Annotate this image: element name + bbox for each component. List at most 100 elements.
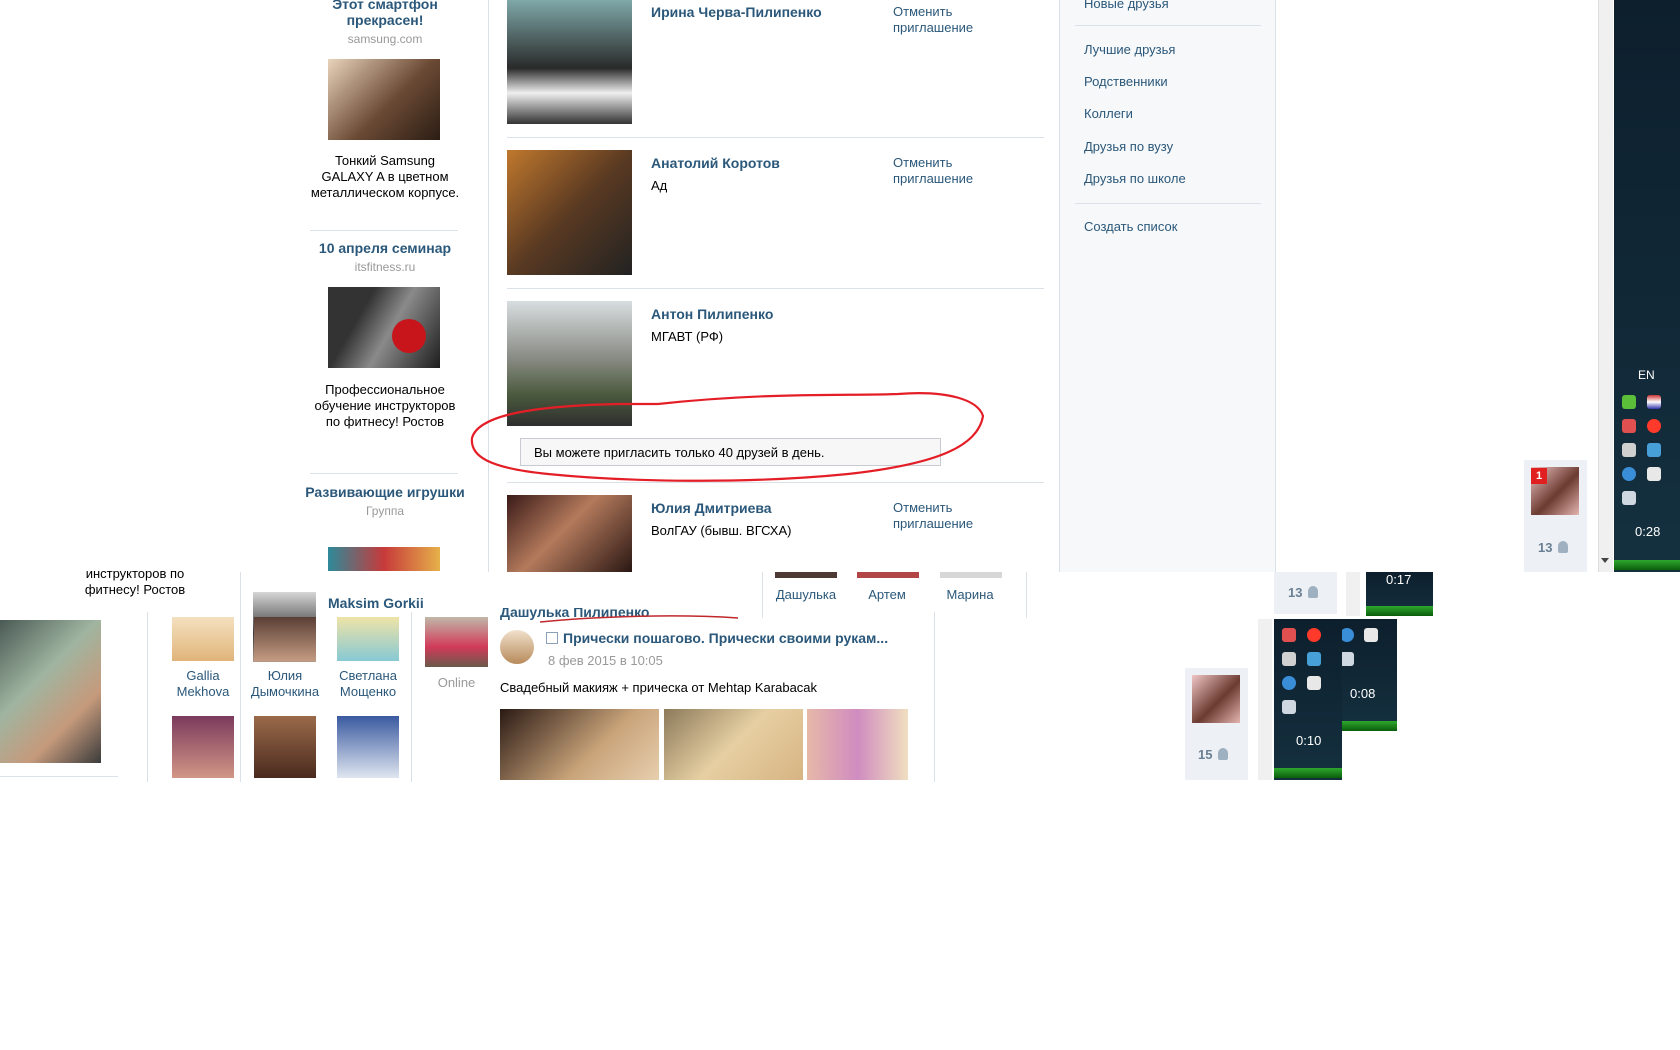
cancel-invite-link[interactable]: Отменить приглашение [893,500,1003,532]
friend-label[interactable]: Дашулька [768,587,844,602]
ad-title[interactable]: 10 апреля семинар [300,240,470,256]
ad-source: samsung.com [347,32,423,46]
ad-1-image[interactable] [328,59,440,140]
menu-colleagues[interactable]: Коллеги [1084,106,1133,121]
friend-thumb[interactable] [940,572,1002,578]
download-icon[interactable] [1622,467,1636,481]
ad-title[interactable]: Этот смартфон прекрасен! [300,0,470,28]
volume-muted-icon[interactable] [1282,628,1296,642]
friend-photo[interactable] [254,617,316,661]
taskbar-green-strip [1614,560,1680,570]
request-subtitle: ВолГАУ (бывш. ВГСХА) [651,523,792,538]
person-icon [1218,748,1229,760]
friend-name[interactable]: Gallia Mekhova [163,668,243,700]
request-name[interactable]: Ирина Черва-Пилипенко [651,4,822,20]
request-name[interactable]: Анатолий Коротов [651,155,780,171]
green-app-icon[interactable] [1622,395,1636,409]
friend-label[interactable]: Марина [932,587,1008,602]
friend-thumb[interactable] [775,572,837,578]
network-icon[interactable] [1647,443,1661,457]
menu-university-friends[interactable]: Друзья по вузу [1084,139,1173,154]
friend-photo[interactable] [172,716,234,778]
friend-name[interactable]: Юлия Дымочкина [245,668,325,700]
online-counter[interactable]: 15 [1198,747,1229,762]
online-count: 13 [1538,540,1553,555]
ad-text[interactable]: Профессиональное обучение инструкторов п… [310,382,460,430]
friend-thumb[interactable] [857,572,919,578]
post-photo[interactable] [500,709,659,780]
display-icon[interactable] [1307,676,1321,690]
clock-main[interactable]: 0:28 [1635,524,1660,539]
volume-icon[interactable] [1282,700,1296,714]
ad-3-image[interactable] [328,547,440,571]
friend-photo[interactable] [337,617,399,661]
download-icon[interactable] [1282,676,1296,690]
post-text: Свадебный макияж + прическа от Mehtap Ka… [500,680,818,695]
request-subtitle: МГАВТ (РФ) [651,329,724,344]
online-friend-photo[interactable] [425,617,488,667]
menu-new-friends[interactable]: Новые друзья [1084,0,1169,11]
friend-photo[interactable] [172,617,234,661]
volume-muted-icon[interactable] [1622,419,1636,433]
create-list-link[interactable]: Создать список [1084,219,1177,234]
opera-icon[interactable] [1647,419,1661,433]
network-icon[interactable] [1307,652,1321,666]
ad-2-image[interactable] [328,287,440,368]
ad-1[interactable]: Этот смартфон прекрасен! samsung.com [300,0,470,46]
opera-icon[interactable] [1307,628,1321,642]
scrollbar[interactable] [1258,619,1272,780]
clock-2[interactable]: 0:17 [1386,572,1411,587]
post-date[interactable]: 8 фев 2015 в 10:05 [548,653,663,668]
friend-photo[interactable] [254,716,316,778]
person-icon [1308,586,1319,598]
scroll-down-icon[interactable] [1601,558,1609,563]
flag-icon[interactable] [1647,395,1661,409]
scrollbar[interactable] [1346,572,1360,616]
display-icon[interactable] [1647,467,1661,481]
volume-icon[interactable] [1622,491,1636,505]
cancel-invite-link[interactable]: Отменить приглашение [893,155,1003,187]
taskbar [1614,0,1680,572]
cancel-invite-link[interactable]: Отменить приглашение [893,4,1003,36]
display-icon[interactable] [1364,628,1378,642]
friend-label[interactable]: Артем [849,587,925,602]
download-icon[interactable] [1340,628,1354,642]
flag-error-icon[interactable] [1622,443,1636,457]
ad-text-tail[interactable]: инструкторов по фитнесу! Ростов [70,566,200,598]
clock-4[interactable]: 0:10 [1296,733,1321,748]
avatar[interactable] [507,0,632,124]
red-hand-drawn-ellipse [470,392,985,482]
menu-school-friends[interactable]: Друзья по школе [1084,171,1186,186]
chat-avatar[interactable] [1192,675,1240,723]
online-counter[interactable]: 13 [1288,585,1319,600]
post-photo[interactable] [807,709,908,780]
post-group-link[interactable]: Прически пошагово. Прически своими рукам… [563,630,908,646]
scrollbar[interactable] [1598,0,1613,572]
friend-photo[interactable] [337,716,399,778]
unread-badge: 1 [1531,468,1547,484]
menu-relatives[interactable]: Родственники [1084,74,1168,89]
ad-title[interactable]: Развивающие игрушки [300,484,470,500]
volume-icon[interactable] [1340,652,1354,666]
friend-name[interactable]: Светлана Мощенко [328,668,408,700]
request-name[interactable]: Юлия Дмитриева [651,500,772,516]
group-avatar[interactable] [500,630,534,664]
user-name[interactable]: Maksim Gorkii [328,595,424,611]
person-icon [1558,541,1569,553]
flag-error-icon[interactable] [1282,652,1296,666]
post-photo[interactable] [664,709,803,780]
online-status: Online [437,675,476,690]
language-indicator[interactable]: EN [1638,368,1655,382]
clock-3[interactable]: 0:08 [1350,686,1375,701]
request-name[interactable]: Антон Пилипенко [651,306,773,322]
ad-text[interactable]: Тонкий Samsung GALAXY A в цветном металл… [310,153,460,201]
profile-photo[interactable] [0,620,101,763]
online-counter[interactable]: 13 [1538,540,1569,555]
request-subtitle: Ад [651,178,668,193]
ad-3[interactable]: Развивающие игрушки Группа [300,484,470,518]
ad-2[interactable]: 10 апреля семинар itsfitness.ru [300,240,470,274]
ad-source: Группа [365,504,405,518]
menu-best-friends[interactable]: Лучшие друзья [1084,42,1175,57]
avatar[interactable] [507,495,632,572]
avatar[interactable] [507,150,632,275]
